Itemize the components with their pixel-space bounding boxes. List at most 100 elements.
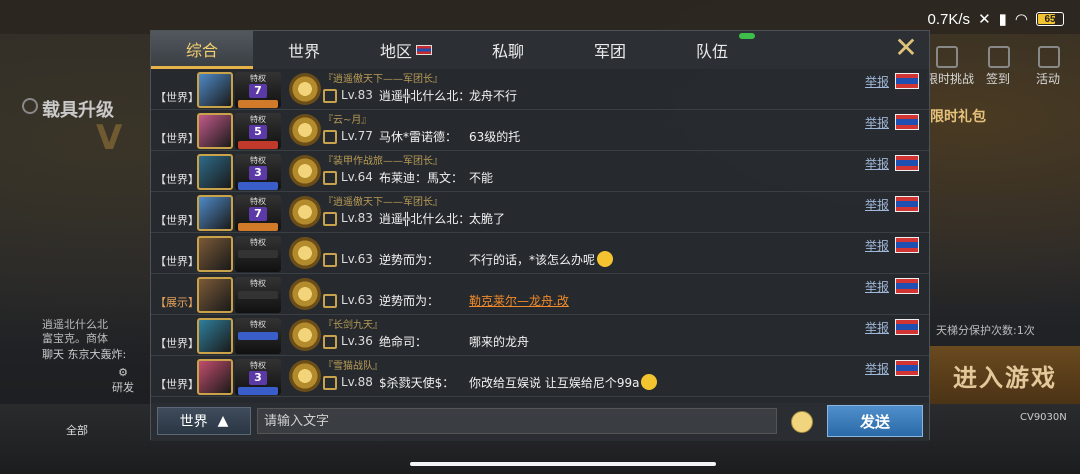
rank-card: 特权 7 xyxy=(235,72,281,108)
message-body: 龙舟不行 xyxy=(469,89,518,103)
enter-game-button[interactable]: 进入游戏 xyxy=(930,346,1080,404)
signin-button[interactable]: 签到 xyxy=(986,70,1010,87)
level: Lv.36 xyxy=(341,334,373,348)
report-link[interactable]: 举报 xyxy=(865,360,889,377)
message-row[interactable]: 【世界】 特权 Lv.63 逆势而为： 不行的话，*该怎么办呢 举报 xyxy=(151,233,929,274)
message-text: 哪来的龙舟 xyxy=(469,333,529,350)
avatar[interactable] xyxy=(197,195,233,231)
report-link[interactable]: 举报 xyxy=(865,319,889,336)
chat-tab-label: 聊天 xyxy=(42,348,64,361)
battery-icon: 65 xyxy=(1036,12,1064,26)
level-icon xyxy=(323,89,337,103)
message-row[interactable]: 【世界】 特权 『长剑九天』 Lv.36 绝命司： 哪来的龙舟 举报 xyxy=(151,315,929,356)
level-icon xyxy=(323,294,337,308)
status-bar: 0.7K/s ✕ ▮ ◠ 65 xyxy=(928,10,1064,28)
chat-preview-extra: 东京大轰炸: xyxy=(67,348,127,361)
message-row[interactable]: 【世界】 特权 3 『装甲作战旅——军团长』 Lv.64 布莱迪：馬文： 不能 … xyxy=(151,151,929,192)
channel-tag: 【世界】 xyxy=(155,132,199,145)
activity-button[interactable]: 活动 xyxy=(1036,70,1060,87)
medal-icon xyxy=(289,73,321,105)
tab-general[interactable]: 综合 xyxy=(151,31,253,69)
rank-protect-text: 天梯分保护次数:1次 xyxy=(936,324,1035,337)
tab-team[interactable]: 队伍 xyxy=(661,31,763,69)
level-icon xyxy=(323,171,337,185)
report-link[interactable]: 举报 xyxy=(865,237,889,254)
message-body: 哪来的龙舟 xyxy=(469,335,530,349)
rank-strip xyxy=(238,100,278,108)
filter-all-button[interactable]: 全部 xyxy=(66,422,88,438)
signal-icon: ▮ xyxy=(998,11,1007,28)
message-body: 不能 xyxy=(469,171,494,185)
gear-icon: ⚙ xyxy=(118,366,128,379)
avatar[interactable] xyxy=(197,154,233,190)
rank-label: 特权 xyxy=(250,279,266,288)
tab-label: 私聊 xyxy=(491,42,524,61)
avatar[interactable] xyxy=(197,113,233,149)
research-button[interactable]: ⚙ 研发 xyxy=(112,366,134,395)
close-button[interactable]: ✕ xyxy=(893,34,919,62)
level: Lv.63 xyxy=(341,293,373,307)
tab-private[interactable]: 私聊 xyxy=(457,31,559,69)
net-speed: 0.7K/s xyxy=(927,10,971,28)
avatar[interactable] xyxy=(197,359,233,395)
message-row[interactable]: 【世界】 特权 7 『逍遥傲天下——军团长』 Lv.83 逍遥╬北什么北： 龙舟… xyxy=(151,69,929,110)
rank-number: 7 xyxy=(249,207,267,221)
player-name[interactable]: 绝命司： xyxy=(379,333,427,350)
report-link[interactable]: 举报 xyxy=(865,155,889,172)
message-row[interactable]: 【世界】 特权 3 『雪猫战队』 Lv.88 $杀戮天使$： 你改给互娱说 让互… xyxy=(151,356,929,397)
player-name[interactable]: $杀戮天使$： xyxy=(379,374,454,391)
chat-tab-preview[interactable]: 聊天 东京大轰炸: xyxy=(42,346,126,362)
limited-gift-banner[interactable]: 限时礼包 xyxy=(930,106,986,126)
player-name[interactable]: 逍遥╬北什么北： xyxy=(379,87,470,104)
report-link[interactable]: 举报 xyxy=(865,278,889,295)
tab-world[interactable]: 世界 xyxy=(253,31,355,69)
rank-label: 特权 xyxy=(250,156,266,165)
message-row[interactable]: 【展示】 特权 Lv.63 逆势而为： 勒克莱尔—龙舟.改 举报 xyxy=(151,274,929,315)
avatar[interactable] xyxy=(197,277,233,313)
message-list[interactable]: 【世界】 特权 7 『逍遥傲天下——军团长』 Lv.83 逍遥╬北什么北： 龙舟… xyxy=(151,69,929,401)
player-name[interactable]: 逆势而为： xyxy=(379,251,439,268)
level-icon xyxy=(323,376,337,390)
message-row[interactable]: 【世界】 特权 7 『逍遥傲天下——军团长』 Lv.83 逍遥╬北什么北： 太脆… xyxy=(151,192,929,233)
team-name: 『云~月』 xyxy=(323,115,372,126)
send-button[interactable]: 发送 xyxy=(827,405,923,437)
home-indicator[interactable] xyxy=(410,462,716,466)
message-row[interactable]: 【世界】 特权 5 『云~月』 Lv.77 马休*雷诺德： 63级的托 举报 xyxy=(151,110,929,151)
close-icon: ✕ xyxy=(894,31,918,64)
report-link[interactable]: 举报 xyxy=(865,114,889,131)
player-name[interactable]: 布莱迪：馬文： xyxy=(379,169,463,186)
channel-select[interactable]: 世界 ▲ xyxy=(157,407,251,435)
wifi-icon: ◠ xyxy=(1014,11,1028,28)
avatar[interactable] xyxy=(197,318,233,354)
report-link[interactable]: 举报 xyxy=(865,73,889,90)
limited-challenge-button[interactable]: 限时挑战 xyxy=(926,70,974,87)
tab-region[interactable]: 地区 xyxy=(355,31,457,69)
flag-icon xyxy=(416,45,432,55)
message-text[interactable]: 勒克莱尔—龙舟.改 xyxy=(469,292,569,309)
input-bar: 世界 ▲ 发送 xyxy=(151,403,929,441)
tab-legion[interactable]: 军团 xyxy=(559,31,661,69)
avatar[interactable] xyxy=(197,236,233,272)
rank-number: 3 xyxy=(249,371,267,385)
message-text: 不能 xyxy=(469,169,493,186)
emoji-icon[interactable] xyxy=(791,411,813,433)
message-text: 太脆了 xyxy=(469,210,505,227)
chat-input[interactable] xyxy=(257,408,777,434)
rank-card: 特权 5 xyxy=(235,113,281,149)
tab-label: 综合 xyxy=(185,40,218,60)
message-body: 63级的托 xyxy=(469,130,521,144)
tank-code-label: CV9030N xyxy=(1020,412,1067,423)
mute-icon: ✕ xyxy=(978,11,991,28)
star-icon xyxy=(1038,46,1060,68)
channel-select-label: 世界 xyxy=(179,414,208,430)
player-name[interactable]: 逆势而为： xyxy=(379,292,439,309)
rank-strip xyxy=(238,223,278,231)
rank-strip xyxy=(238,250,278,258)
channel-tag: 【展示】 xyxy=(155,296,199,309)
chat-panel: 综合 世界 地区 私聊 军团 队伍 ✕ 【世界】 特权 7 『逍遥傲天下——军团… xyxy=(150,30,930,441)
report-link[interactable]: 举报 xyxy=(865,196,889,213)
chat-preview[interactable]: 逍遥北什么北 富宝克。商体 xyxy=(42,318,150,346)
avatar[interactable] xyxy=(197,72,233,108)
player-name[interactable]: 马休*雷诺德： xyxy=(379,128,457,145)
player-name[interactable]: 逍遥╬北什么北： xyxy=(379,210,470,227)
